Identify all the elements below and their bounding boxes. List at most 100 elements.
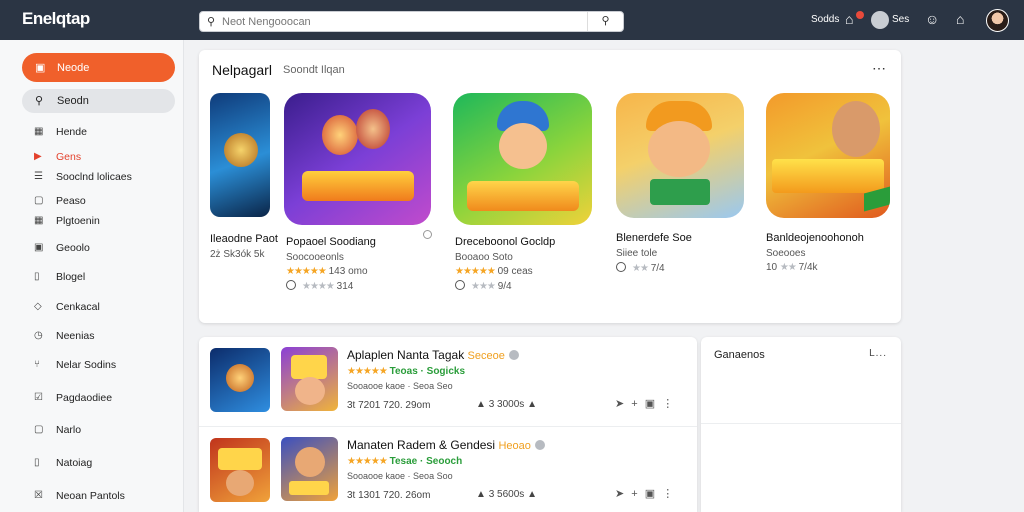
sidebar-item-label: Narlo bbox=[56, 424, 82, 436]
save-icon[interactable]: ▣ bbox=[645, 398, 657, 410]
sidebar-item-label: Hende bbox=[56, 126, 87, 138]
side-panel: Ganaenos L... bbox=[701, 337, 901, 512]
doc-icon: ▯ bbox=[34, 457, 40, 468]
list-item-size: 3t 7201 720. 29om bbox=[347, 400, 431, 411]
grid-icon: ▦ bbox=[34, 126, 44, 137]
share-icon[interactable]: ➤ bbox=[615, 398, 626, 410]
divider bbox=[701, 423, 901, 424]
list-item-size: 3t 1301 720. 26om bbox=[347, 490, 431, 501]
more-options-icon[interactable]: ⋮ bbox=[662, 488, 675, 500]
game-rating: ★★★★★ 143 omo bbox=[286, 266, 368, 277]
thumbs-up-icon[interactable]: ▲ bbox=[476, 489, 486, 500]
home-icon: ▣ bbox=[35, 62, 46, 74]
game-thumbnail[interactable] bbox=[766, 93, 890, 218]
game-thumbnail[interactable] bbox=[210, 438, 270, 502]
list-item-title[interactable]: Manaten Radem & Gendesi Heoao bbox=[347, 438, 545, 452]
game-meta: Soocooeonls bbox=[286, 252, 344, 263]
play-icon: ▶ bbox=[34, 151, 42, 162]
grid-icon: ▦ bbox=[34, 215, 44, 226]
game-thumbnail[interactable] bbox=[453, 93, 592, 225]
sidebar-item-label: Plgtoenin bbox=[56, 215, 100, 227]
side-panel-header: Ganaenos bbox=[714, 349, 765, 361]
list-item-actions[interactable]: ➤ + ▣ ⋮ bbox=[615, 397, 675, 410]
game-meta: 2ż Sk3ók 5k bbox=[210, 249, 265, 260]
sidebar-item-label: Cenkacal bbox=[56, 301, 100, 313]
list-icon: ☰ bbox=[34, 171, 43, 182]
game-rating: ★★★★★ 09 ceas bbox=[455, 266, 533, 277]
game-meta: Soeooes bbox=[766, 248, 806, 259]
share-icon: ⑂ bbox=[34, 359, 40, 370]
search-bar[interactable]: ⚲ Neot Nengooocan ⚲ bbox=[199, 11, 624, 32]
game-list: Aplaplen Nanta Tagak Seceoe ★★★★★ Teoas … bbox=[199, 337, 697, 512]
game-thumbnail[interactable] bbox=[284, 93, 431, 225]
plus-icon[interactable]: + bbox=[631, 398, 639, 410]
save-icon[interactable]: ▣ bbox=[645, 488, 657, 500]
profile-avatar-small[interactable] bbox=[871, 11, 889, 29]
sidebar-item-label: Nelar Sodins bbox=[56, 359, 117, 371]
thumbs-up-icon[interactable]: ▲ bbox=[476, 399, 486, 410]
avatar[interactable] bbox=[986, 9, 1009, 32]
list-item-category: Sooaooe kaoe · Seoa Soo bbox=[347, 471, 453, 481]
sidebar-item-label: Gens bbox=[56, 151, 82, 163]
game-meta: Booaoo Soto bbox=[455, 252, 513, 263]
more-options-icon[interactable]: ⋯ bbox=[872, 60, 887, 77]
app-brand[interactable]: Enelqtap bbox=[22, 9, 90, 29]
sidebar-primary-label: Neode bbox=[57, 62, 90, 74]
featured-section: Nelpagarl Soondt Ilqan ⋯ Ileaodne Paot 2… bbox=[199, 50, 901, 323]
game-thumbnail[interactable] bbox=[281, 347, 338, 411]
search-input[interactable]: Neot Nengooocan bbox=[222, 16, 311, 28]
like-icon[interactable]: ▲ bbox=[527, 489, 537, 500]
card-icon: ▣ bbox=[34, 242, 44, 253]
like-icon[interactable]: ▲ bbox=[527, 399, 537, 410]
sidebar-item-label: Neoan Pantols bbox=[56, 490, 125, 502]
more-options-icon[interactable]: ⋮ bbox=[662, 398, 675, 410]
clock-icon: ◷ bbox=[34, 330, 43, 341]
game-meta: Siiee tole bbox=[616, 248, 658, 259]
user-icon[interactable]: ☺ bbox=[925, 11, 939, 27]
list-item-rating: ★★★★★ Teoas · Sogicks bbox=[347, 366, 466, 377]
list-item[interactable]: Aplaplen Nanta Tagak Seceoe ★★★★★ Teoas … bbox=[199, 337, 697, 423]
game-rating-secondary: ★★ 7/4 bbox=[616, 262, 665, 274]
game-title: Dreceboonol Gocldp bbox=[455, 236, 556, 248]
doc-icon: ▯ bbox=[34, 271, 40, 282]
game-thumbnail[interactable] bbox=[210, 348, 270, 412]
list-item-title[interactable]: Aplaplen Nanta Tagak Seceoe bbox=[347, 348, 519, 362]
close-icon: ☒ bbox=[34, 490, 43, 501]
topbar-label[interactable]: Sodds bbox=[811, 14, 839, 25]
topbar-profile-label[interactable]: Ses bbox=[892, 14, 909, 25]
sidebar-search[interactable]: ⚲ Seodn bbox=[22, 89, 175, 113]
top-bar: Enelqtap ⚲ Neot Nengooocan ⚲ Sodds ⌂ Ses… bbox=[0, 0, 1024, 40]
sidebar-item-label: Geoolo bbox=[56, 242, 90, 254]
share-icon[interactable]: ➤ bbox=[615, 488, 626, 500]
list-item-downloads: ▲ 3 3000s ▲ bbox=[476, 399, 537, 410]
info-icon[interactable] bbox=[423, 230, 432, 239]
search-button[interactable]: ⚲ bbox=[587, 12, 623, 31]
list-item-downloads: ▲ 3 5600s ▲ bbox=[476, 489, 537, 500]
game-title: Popaoel Soodiang bbox=[286, 236, 376, 248]
game-rating-secondary: ★★★★ 314 bbox=[286, 280, 353, 292]
home-icon[interactable]: ⌂ bbox=[956, 11, 964, 27]
store-icon[interactable]: ⌂ bbox=[845, 11, 853, 27]
sidebar-item-label: Sooclnd lolicaes bbox=[56, 171, 132, 183]
tag-icon: ◇ bbox=[34, 301, 42, 312]
section-title: Nelpagarl bbox=[212, 62, 272, 78]
game-thumbnail[interactable] bbox=[281, 437, 338, 501]
game-title: Blenerdefe Soe bbox=[616, 232, 692, 244]
search-icon: ⚲ bbox=[207, 16, 216, 28]
search-icon: ⚲ bbox=[35, 95, 44, 107]
list-item-category: Sooaooe kaoe · Seoa Seo bbox=[347, 381, 453, 391]
sidebar: ▣ Neode ⚲ Seodn ▦ Hende ▶ Gens ☰ Sooclnd loli… bbox=[0, 40, 184, 512]
sidebar-item-label: Peaso bbox=[56, 195, 86, 207]
check-icon: ☑ bbox=[34, 392, 43, 403]
list-item[interactable]: Manaten Radem & Gendesi Heoao ★★★★★ Tesa… bbox=[199, 426, 697, 512]
section-subtitle: Soondt Ilqan bbox=[283, 64, 345, 76]
sidebar-primary-button[interactable]: ▣ Neode bbox=[22, 53, 175, 82]
box-icon: ▢ bbox=[34, 424, 44, 435]
verified-icon bbox=[508, 350, 519, 360]
game-thumbnail[interactable] bbox=[616, 93, 744, 218]
plus-icon[interactable]: + bbox=[631, 488, 639, 500]
game-thumbnail[interactable] bbox=[210, 93, 270, 217]
side-panel-more-link[interactable]: L... bbox=[869, 348, 887, 359]
sidebar-item-label: Pagdaodiee bbox=[56, 392, 113, 404]
list-item-actions[interactable]: ➤ + ▣ ⋮ bbox=[615, 487, 675, 500]
